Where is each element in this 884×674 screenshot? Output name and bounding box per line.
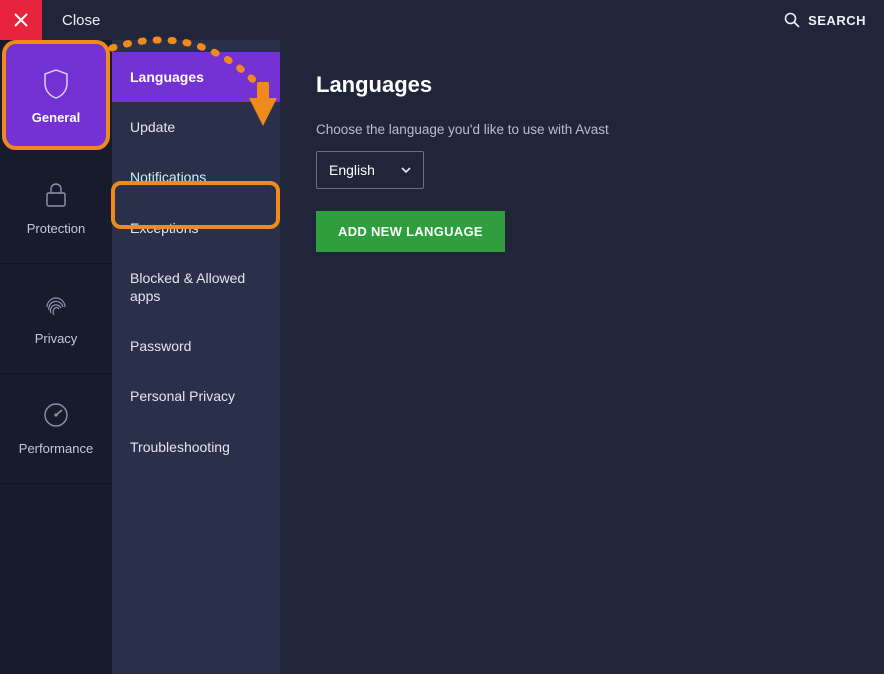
add-new-language-button[interactable]: ADD NEW LANGUAGE <box>316 211 505 252</box>
sidebar-item-label: Privacy <box>35 331 78 346</box>
sidebar-item-general[interactable]: General <box>4 44 108 150</box>
sidebar-item-performance[interactable]: Performance <box>0 374 112 484</box>
subtab-label: Personal Privacy <box>130 388 235 404</box>
add-language-label: ADD NEW LANGUAGE <box>338 224 483 239</box>
lock-icon <box>42 181 70 209</box>
close-icon <box>14 13 28 27</box>
subtab-label: Notifications <box>130 169 206 185</box>
search-icon <box>784 12 800 28</box>
sidebar-item-label: Protection <box>27 221 86 236</box>
titlebar: Close SEARCH <box>0 0 884 40</box>
subtab-label: Password <box>130 338 191 354</box>
subtab-label: Blocked & Allowed apps <box>130 270 245 304</box>
main-content: Languages Choose the language you'd like… <box>280 40 884 674</box>
subtab-label: Troubleshooting <box>130 439 230 455</box>
gauge-icon <box>42 401 70 429</box>
subtab-personal-privacy[interactable]: Personal Privacy <box>112 371 280 421</box>
subtab-blocked-allowed-apps[interactable]: Blocked & Allowed apps <box>112 253 280 321</box>
sidebar-item-privacy[interactable]: Privacy <box>0 264 112 374</box>
subtab-password[interactable]: Password <box>112 321 280 371</box>
page-description: Choose the language you'd like to use wi… <box>316 122 884 137</box>
sidebar-item-label: Performance <box>19 441 93 456</box>
search-button[interactable]: SEARCH <box>784 12 866 28</box>
sidebar-item-protection[interactable]: Protection <box>0 154 112 264</box>
chevron-down-icon <box>401 167 411 173</box>
shield-icon <box>42 70 70 98</box>
subtab-troubleshooting[interactable]: Troubleshooting <box>112 422 280 472</box>
close-button[interactable] <box>0 0 42 40</box>
page-title: Languages <box>316 72 884 98</box>
subtab-label: Languages <box>130 69 204 85</box>
subtab-update[interactable]: Update <box>112 102 280 152</box>
language-select[interactable]: English <box>316 151 424 189</box>
language-select-value: English <box>329 162 375 178</box>
sidebar-secondary: Languages Update Notifications Exception… <box>112 40 280 674</box>
sidebar-primary: General Protection <box>0 40 112 674</box>
subtab-languages[interactable]: Languages <box>112 52 280 102</box>
close-label: Close <box>62 12 100 29</box>
fingerprint-icon <box>42 291 70 319</box>
subtab-exceptions[interactable]: Exceptions <box>112 203 280 253</box>
search-label: SEARCH <box>808 13 866 28</box>
subtab-notifications[interactable]: Notifications <box>112 152 280 202</box>
subtab-label: Exceptions <box>130 220 198 236</box>
subtab-label: Update <box>130 119 175 135</box>
sidebar-item-label: General <box>32 110 80 125</box>
